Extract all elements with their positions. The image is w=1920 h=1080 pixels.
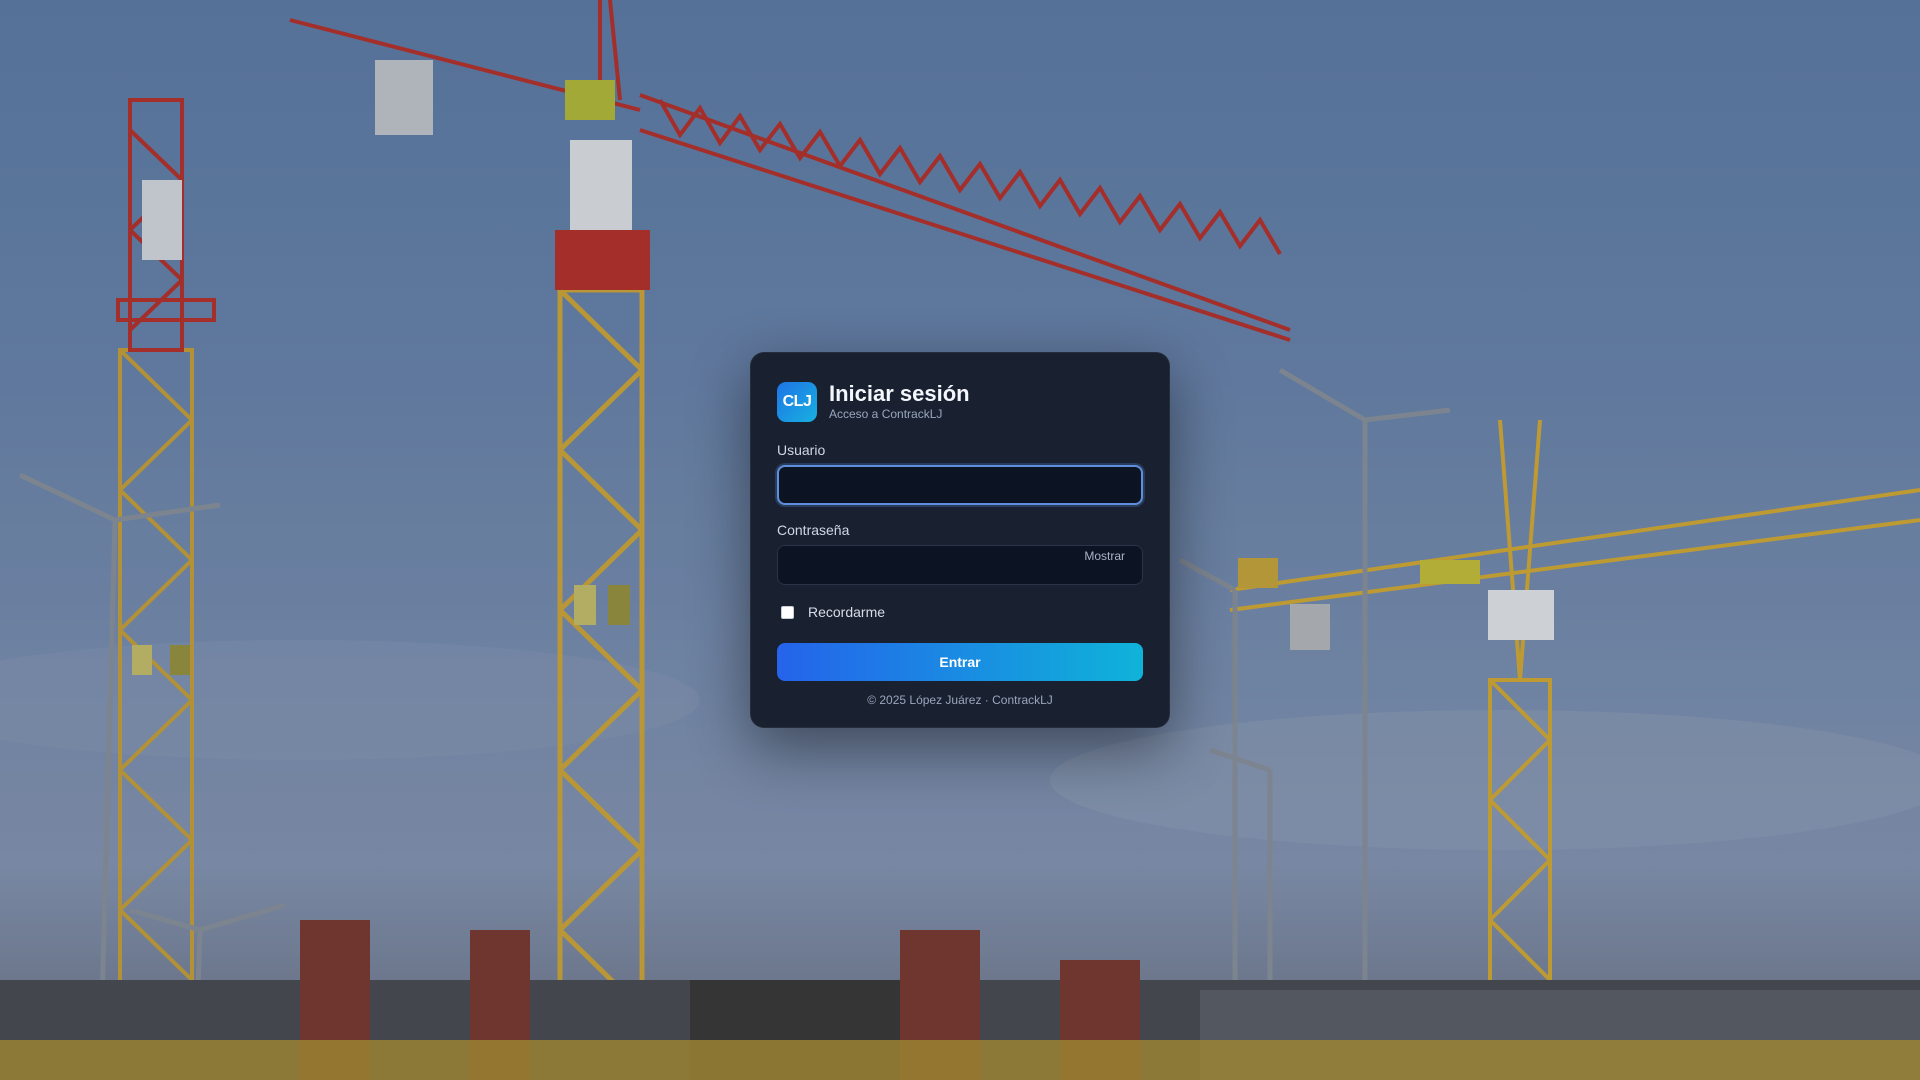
brand-header: CLJ Iniciar sesión Acceso a ContrackLJ [777, 381, 1143, 423]
page-subtitle: Acceso a ContrackLJ [829, 407, 943, 421]
remember-checkbox[interactable] [781, 605, 794, 619]
footer-copyright: © 2025 López Juárez · ContrackLJ [867, 693, 1053, 707]
username-input[interactable] [777, 465, 1143, 505]
submit-button[interactable]: Entrar [777, 643, 1143, 681]
remember-label: Recordarme [808, 604, 886, 620]
password-label: Contraseña [777, 522, 850, 538]
username-label: Usuario [777, 442, 826, 458]
show-password-button[interactable]: Mostrar [1084, 549, 1125, 563]
remember-row: Recordarme [777, 603, 1143, 621]
page-title: Iniciar sesión [829, 381, 970, 406]
login-card: CLJ Iniciar sesión Acceso a ContrackLJ U… [750, 352, 1170, 728]
app-logo: CLJ [777, 382, 817, 422]
